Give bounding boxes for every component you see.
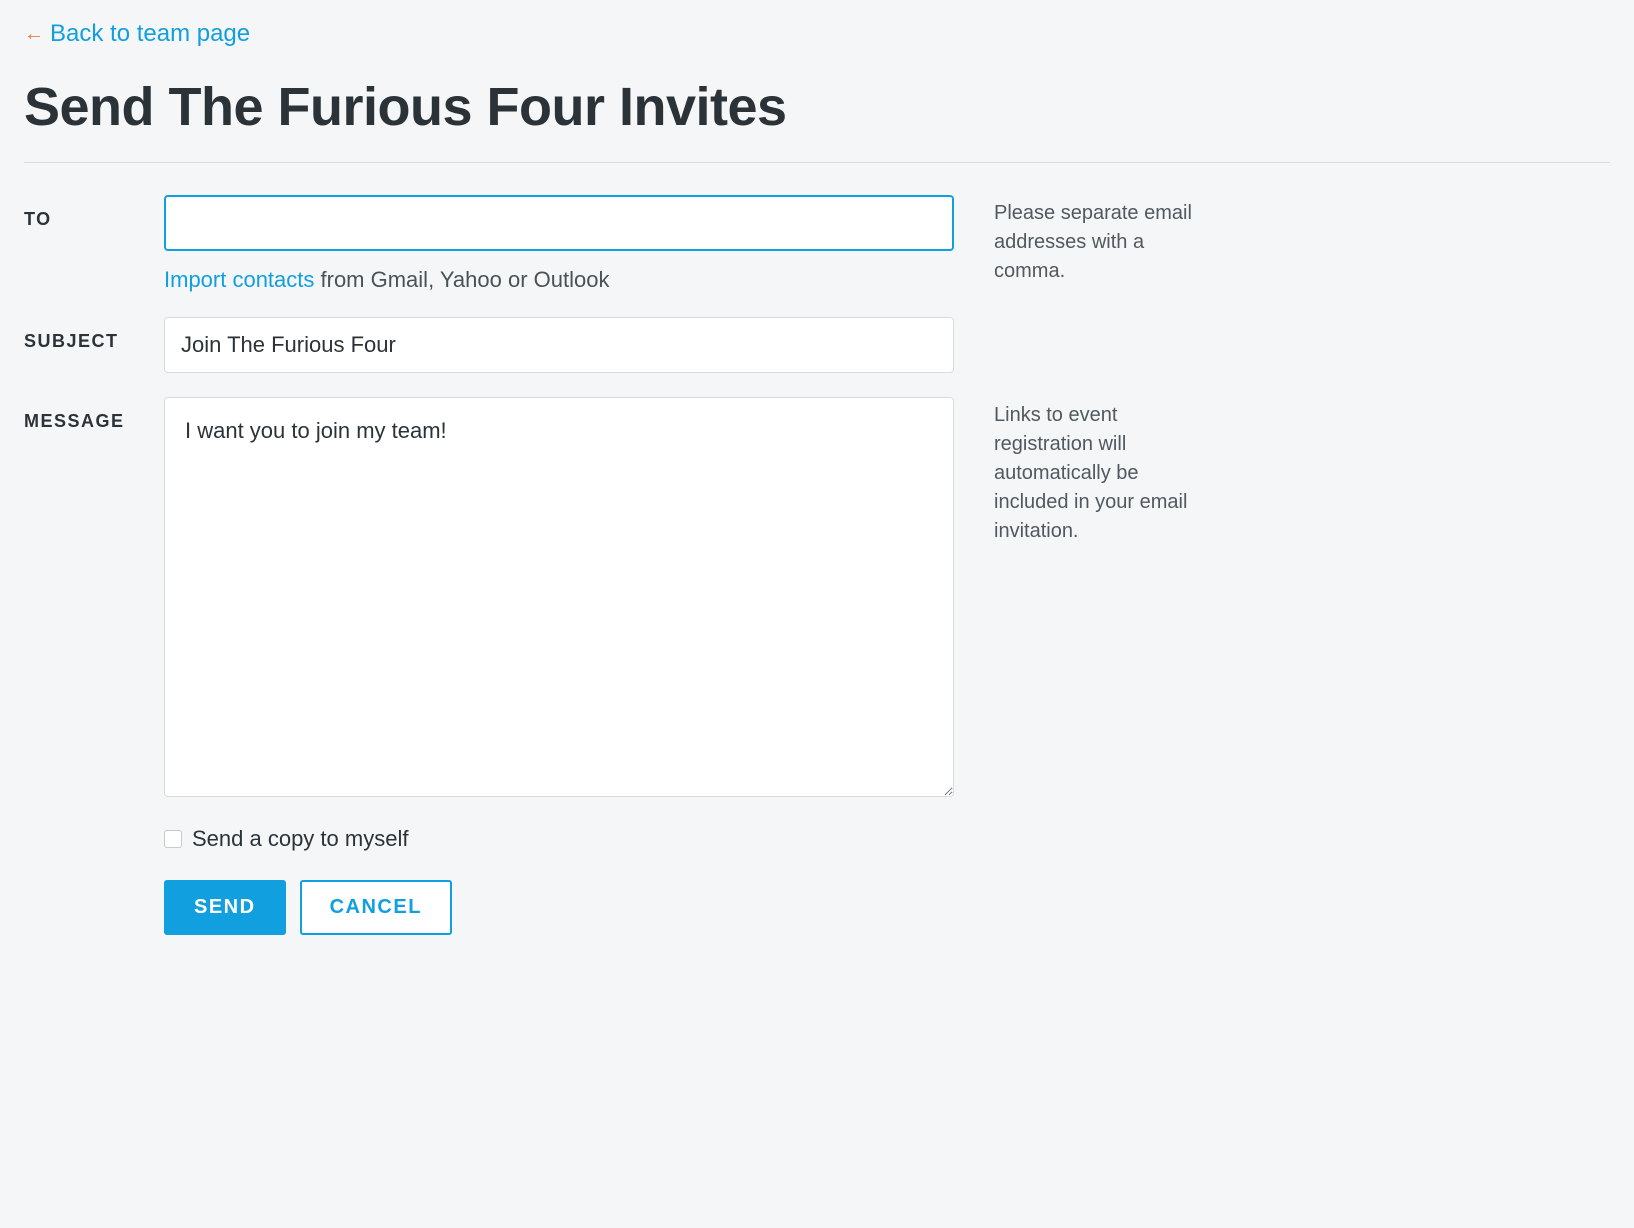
copy-self-label[interactable]: Send a copy to myself bbox=[192, 826, 408, 852]
subject-label: SUBJECT bbox=[24, 331, 119, 351]
send-button[interactable]: SEND bbox=[164, 880, 286, 935]
import-contacts-link[interactable]: Import contacts bbox=[164, 267, 314, 292]
message-help-text: Links to event registration will automat… bbox=[994, 401, 1194, 546]
page-title: Send The Furious Four Invites bbox=[24, 76, 1610, 138]
cancel-button[interactable]: CANCEL bbox=[300, 880, 452, 935]
import-contacts-rest: from Gmail, Yahoo or Outlook bbox=[314, 267, 609, 292]
to-help-text: Please separate email addresses with a c… bbox=[994, 199, 1194, 286]
to-input[interactable] bbox=[164, 195, 954, 251]
to-label: TO bbox=[24, 209, 52, 229]
copy-self-checkbox[interactable] bbox=[164, 830, 182, 848]
back-link-label: Back to team page bbox=[50, 20, 250, 48]
subject-input[interactable] bbox=[164, 317, 954, 373]
message-textarea[interactable] bbox=[164, 397, 954, 797]
arrow-left-icon: ← bbox=[24, 23, 44, 46]
divider bbox=[24, 162, 1610, 163]
back-to-team-link[interactable]: ← Back to team page bbox=[24, 20, 250, 48]
message-label: MESSAGE bbox=[24, 411, 125, 431]
import-contacts-line: Import contacts from Gmail, Yahoo or Out… bbox=[164, 267, 954, 293]
